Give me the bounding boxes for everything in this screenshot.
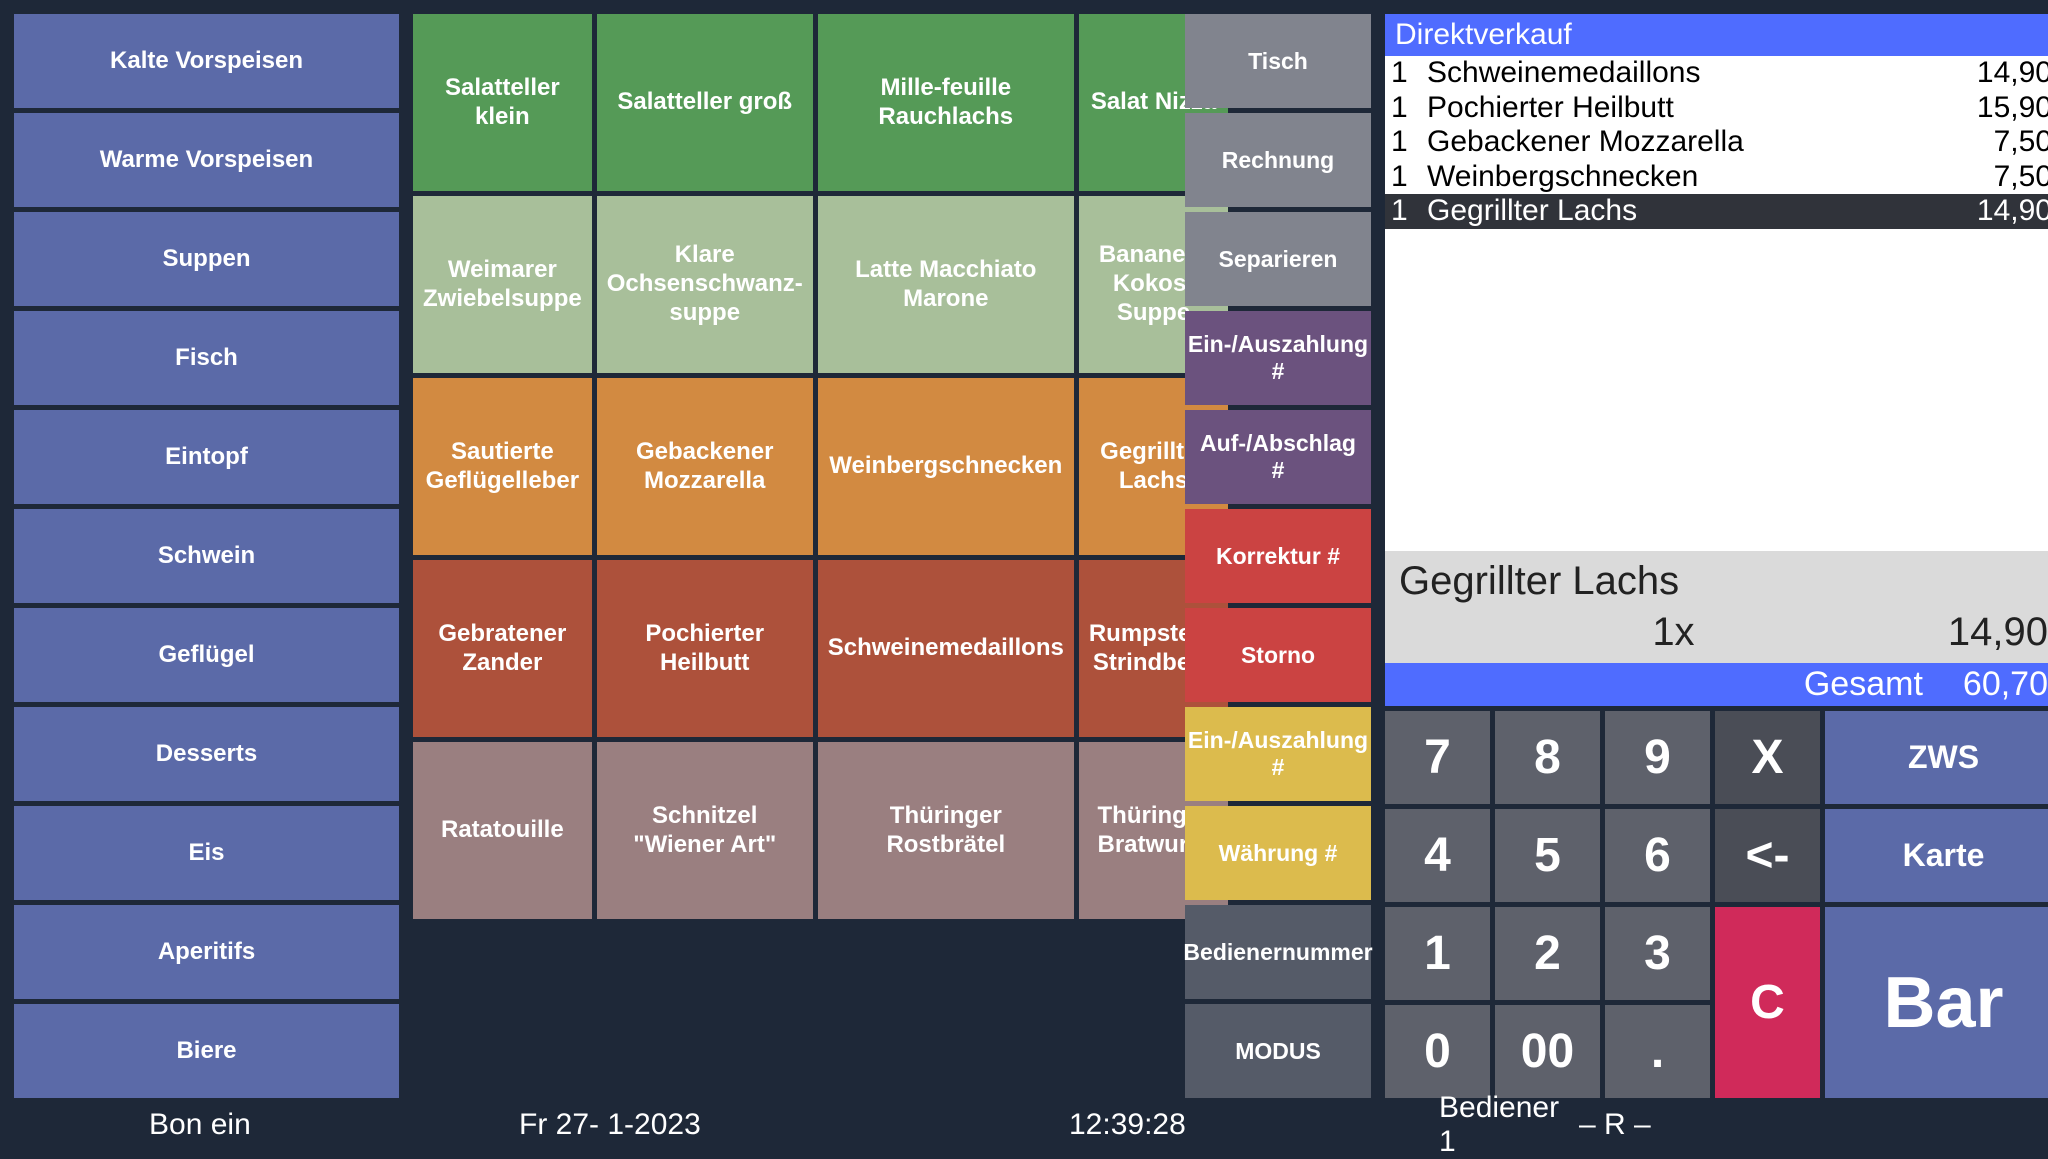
product-6[interactable]: Latte Macchiato Marone	[818, 196, 1074, 373]
receipt-line-name: Gegrillter Lachs	[1421, 194, 1977, 229]
receipt-total-row: Gesamt 60,70	[1385, 663, 2048, 706]
key-1[interactable]: 1	[1385, 907, 1490, 1000]
receipt-line-1[interactable]: 1Pochierter Heilbutt15,90	[1385, 91, 2048, 126]
key-7[interactable]: 7	[1385, 711, 1490, 804]
action-1[interactable]: Rechnung	[1185, 113, 1371, 207]
receipt-line-price: 14,90	[1977, 56, 2048, 91]
action-8[interactable]: Währung #	[1185, 806, 1371, 900]
product-2[interactable]: Mille-feuille Rauchlachs	[818, 14, 1074, 191]
action-0[interactable]: Tisch	[1185, 14, 1371, 108]
receipt-line-3[interactable]: 1Weinbergschnecken7,50	[1385, 160, 2048, 195]
key-00[interactable]: 00	[1495, 1005, 1600, 1098]
product-8[interactable]: Sautierte Geflügelleber	[413, 378, 592, 555]
key-bar[interactable]: Bar	[1825, 907, 2048, 1098]
action-2[interactable]: Separieren	[1185, 212, 1371, 306]
category-6[interactable]: Geflügel	[14, 608, 399, 702]
receipt-line-name: Gebackener Mozzarella	[1421, 125, 1994, 160]
key-multiply[interactable]: X	[1715, 711, 1820, 804]
action-3[interactable]: Ein-/Auszahlung #	[1185, 311, 1371, 405]
category-1[interactable]: Warme Vorspeisen	[14, 113, 399, 207]
footer-bon: Bon ein	[14, 1108, 399, 1142]
key-3[interactable]: 3	[1605, 907, 1710, 1000]
product-10[interactable]: Weinbergschnecken	[818, 378, 1074, 555]
footer-user: Bediener 1	[1179, 1091, 1579, 1159]
receipt-line-qty: 1	[1391, 91, 1421, 126]
key-2[interactable]: 2	[1495, 907, 1600, 1000]
receipt-line-price: 7,50	[1994, 125, 2048, 160]
key-backspace[interactable]: <-	[1715, 809, 1820, 902]
receipt-line-name: Schweinemedaillons	[1421, 56, 1977, 91]
receipt-header: Direktverkauf	[1385, 14, 2048, 56]
product-13[interactable]: Pochierter Heilbutt	[597, 560, 813, 737]
category-9[interactable]: Aperitifs	[14, 905, 399, 999]
category-4[interactable]: Eintopf	[14, 410, 399, 504]
action-6[interactable]: Storno	[1185, 608, 1371, 702]
action-9[interactable]: Bedienernummer	[1185, 905, 1371, 999]
product-5[interactable]: Klare Ochsenschwanz- suppe	[597, 196, 813, 373]
receipt-line-2[interactable]: 1Gebackener Mozzarella7,50	[1385, 125, 2048, 160]
product-4[interactable]: Weimarer Zwiebelsuppe	[413, 196, 592, 373]
category-0[interactable]: Kalte Vorspeisen	[14, 14, 399, 108]
product-14[interactable]: Schweinemedaillons	[818, 560, 1074, 737]
footer-rmode: – R –	[1579, 1108, 1651, 1142]
category-2[interactable]: Suppen	[14, 212, 399, 306]
receipt-line-name: Weinbergschnecken	[1421, 160, 1994, 195]
receipt-current-item: Gegrillter Lachs 1x 14,90	[1385, 551, 2048, 663]
key-clear[interactable]: C	[1715, 907, 1820, 1098]
key-6[interactable]: 6	[1605, 809, 1710, 902]
product-18[interactable]: Thüringer Rostbrätel	[818, 742, 1074, 919]
current-item-name: Gegrillter Lachs	[1399, 559, 2048, 604]
category-3[interactable]: Fisch	[14, 311, 399, 405]
footer-time: 12:39:28	[779, 1108, 1179, 1142]
key-8[interactable]: 8	[1495, 711, 1600, 804]
key-zws[interactable]: ZWS	[1825, 711, 2048, 804]
category-10[interactable]: Biere	[14, 1004, 399, 1098]
action-4[interactable]: Auf-/Abschlag #	[1185, 410, 1371, 504]
total-label: Gesamt	[1804, 665, 1923, 704]
receipt-line-0[interactable]: 1Schweinemedaillons14,90	[1385, 56, 2048, 91]
receipt-line-price: 15,90	[1977, 91, 2048, 126]
product-9[interactable]: Gebackener Mozzarella	[597, 378, 813, 555]
action-7[interactable]: Ein-/Auszahlung #	[1185, 707, 1371, 801]
key-0[interactable]: 0	[1385, 1005, 1490, 1098]
key-karte[interactable]: Karte	[1825, 809, 2048, 902]
total-value: 60,70	[1963, 665, 2048, 704]
receipt-line-price: 14,90	[1977, 194, 2048, 229]
product-0[interactable]: Salatteller klein	[413, 14, 592, 191]
receipt-line-qty: 1	[1391, 125, 1421, 160]
current-item-price: 14,90	[1948, 610, 2048, 655]
receipt-line-qty: 1	[1391, 160, 1421, 195]
key-5[interactable]: 5	[1495, 809, 1600, 902]
product-17[interactable]: Schnitzel "Wiener Art"	[597, 742, 813, 919]
category-7[interactable]: Desserts	[14, 707, 399, 801]
product-1[interactable]: Salatteller groß	[597, 14, 813, 191]
receipt-line-name: Pochierter Heilbutt	[1421, 91, 1977, 126]
footer-date: Fr 27- 1-2023	[399, 1108, 779, 1142]
key-9[interactable]: 9	[1605, 711, 1710, 804]
category-5[interactable]: Schwein	[14, 509, 399, 603]
category-8[interactable]: Eis	[14, 806, 399, 900]
receipt-line-qty: 1	[1391, 56, 1421, 91]
receipt-blank-area	[1385, 229, 2048, 552]
action-5[interactable]: Korrektur #	[1185, 509, 1371, 603]
product-12[interactable]: Gebratener Zander	[413, 560, 592, 737]
receipt-line-price: 7,50	[1994, 160, 2048, 195]
current-item-qty: 1x	[1399, 610, 1948, 655]
key-4[interactable]: 4	[1385, 809, 1490, 902]
product-16[interactable]: Ratatouille	[413, 742, 592, 919]
action-10[interactable]: MODUS	[1185, 1004, 1371, 1098]
receipt-line-qty: 1	[1391, 194, 1421, 229]
key-decimal[interactable]: .	[1605, 1005, 1710, 1098]
receipt-line-4[interactable]: 1Gegrillter Lachs14,90	[1385, 194, 2048, 229]
